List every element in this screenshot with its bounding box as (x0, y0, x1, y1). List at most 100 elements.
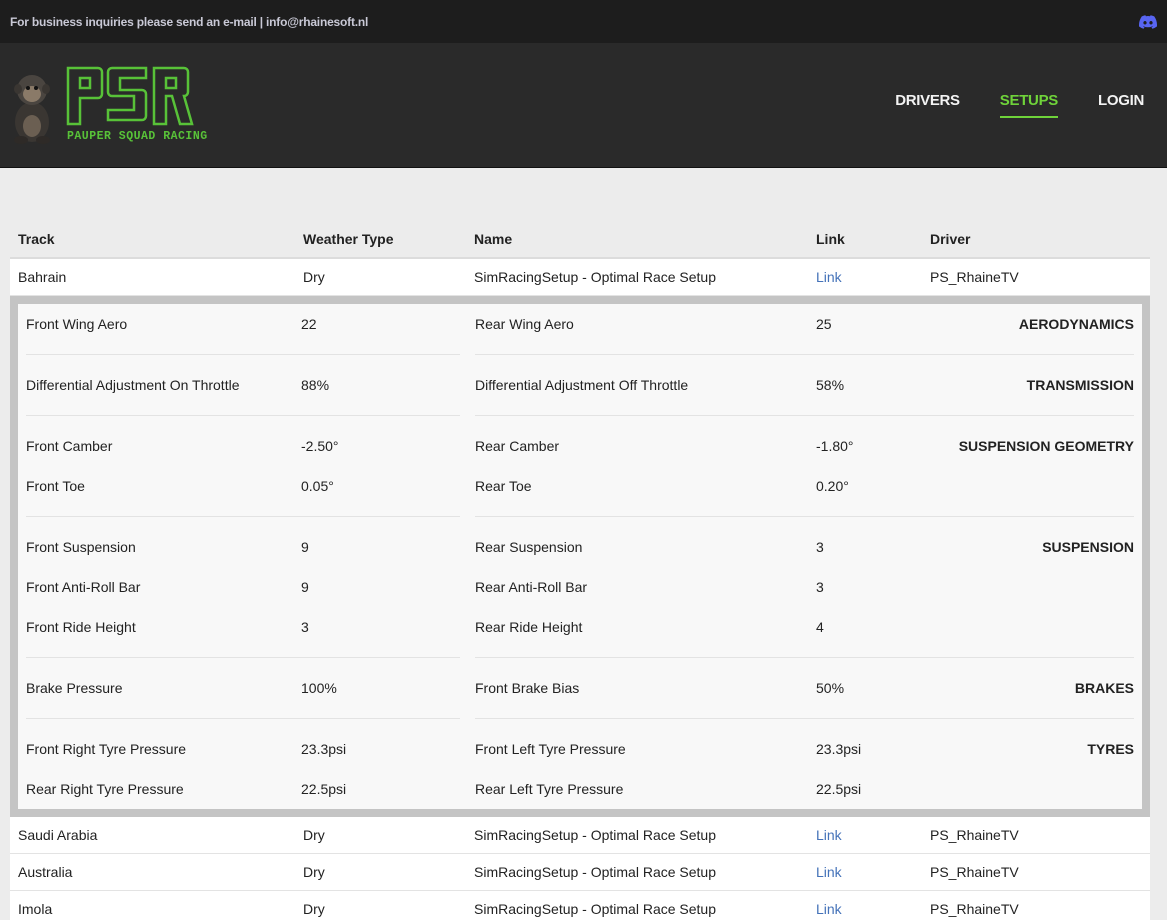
setup-detail-row: Front Wing Aero 22 Rear Wing Aero 25 AER… (10, 295, 1150, 817)
setting-value: 3 (301, 618, 309, 635)
divider (26, 647, 1134, 668)
geometry-row: Front Toe 0.05° Rear Toe 0.20° (26, 466, 1134, 506)
setup-link[interactable]: Link (816, 827, 842, 843)
suspension-row: Front Ride Height 3 Rear Ride Height 4 (26, 607, 1134, 647)
setups-content: Track Weather Type Name Link Driver Bahr… (0, 168, 1167, 920)
setting-label: Rear Toe (475, 477, 532, 494)
weather-cell: Dry (295, 853, 466, 891)
setting-value: 3 (816, 578, 824, 595)
site-header: PAUPER SQUAD RACING DRIVERS SETUPS LOGIN (0, 43, 1167, 168)
category-suspension-geometry: SUSPENSION GEOMETRY (958, 437, 1134, 454)
setting-value: 0.05° (301, 477, 334, 494)
tyres-row: Rear Right Tyre Pressure 22.5psi Rear Le… (26, 769, 1134, 809)
logo-graphic: PAUPER SQUAD RACING (14, 66, 208, 144)
setting-value: 100% (301, 679, 337, 696)
driver-cell: PS_RhaineTV (922, 890, 1150, 920)
tyres-row: Front Right Tyre Pressure 23.3psi Front … (26, 729, 1134, 769)
track-cell: Bahrain (10, 258, 295, 296)
link-cell: Link (808, 258, 922, 296)
table-row[interactable]: Saudi Arabia Dry SimRacingSetup - Optima… (10, 816, 1150, 854)
nav-setups[interactable]: SETUPS (999, 92, 1058, 118)
weather-cell: Dry (295, 258, 466, 296)
setup-link[interactable]: Link (816, 269, 842, 285)
setting-label: Differential Adjustment On Throttle (26, 376, 240, 393)
brakes-row: Brake Pressure 100% Front Brake Bias 50%… (26, 668, 1134, 708)
top-bar: For business inquiries please send an e-… (0, 0, 1167, 43)
setting-value: 22 (301, 315, 317, 332)
setup-link[interactable]: Link (816, 901, 842, 917)
header-track[interactable]: Track (10, 221, 295, 259)
header-driver[interactable]: Driver (922, 221, 1150, 259)
setup-detail: Front Wing Aero 22 Rear Wing Aero 25 AER… (18, 303, 1142, 809)
nav-login[interactable]: LOGIN (1098, 92, 1144, 118)
setting-label: Rear Wing Aero (475, 315, 574, 332)
setting-value: 9 (301, 578, 309, 595)
setting-label: Brake Pressure (26, 679, 123, 696)
setting-label: Front Ride Height (26, 618, 136, 635)
setup-name-cell: SimRacingSetup - Optimal Race Setup (466, 890, 808, 920)
header-weather[interactable]: Weather Type (295, 221, 466, 259)
setup-detail-panel: Front Wing Aero 22 Rear Wing Aero 25 AER… (10, 295, 1150, 817)
header-link[interactable]: Link (808, 221, 922, 259)
setup-link[interactable]: Link (816, 864, 842, 880)
track-cell: Imola (10, 890, 295, 920)
setting-label: Rear Right Tyre Pressure (26, 780, 184, 797)
setting-value: 88% (301, 376, 330, 393)
psr-letters (66, 66, 194, 126)
divider (26, 405, 1134, 426)
suspension-row: Front Anti-Roll Bar 9 Rear Anti-Roll Bar… (26, 567, 1134, 607)
table-row[interactable]: Bahrain Dry SimRacingSetup - Optimal Rac… (10, 258, 1150, 296)
setting-label: Rear Left Tyre Pressure (475, 780, 624, 797)
setting-value: 23.3psi (816, 740, 862, 757)
category-tyres: TYRES (1087, 740, 1134, 757)
psr-logo[interactable]: PAUPER SQUAD RACING (10, 64, 210, 146)
geometry-row: Front Camber -2.50° Rear Camber -1.80° S… (26, 426, 1134, 466)
weather-cell: Dry (295, 890, 466, 920)
setup-name-cell: SimRacingSetup - Optimal Race Setup (466, 258, 808, 296)
link-cell: Link (808, 853, 922, 891)
category-transmission: TRANSMISSION (1026, 376, 1134, 393)
setting-value: 22.5psi (816, 780, 862, 797)
setting-label: Front Anti-Roll Bar (26, 578, 141, 595)
setting-value: 9 (301, 538, 309, 555)
divider (26, 506, 1134, 527)
setting-label: Rear Camber (475, 437, 560, 454)
table-header: Track Weather Type Name Link Driver (10, 221, 1150, 259)
setting-label: Front Toe (26, 477, 85, 494)
setups-table: Track Weather Type Name Link Driver Bahr… (10, 221, 1150, 920)
setting-value: -2.50° (301, 437, 339, 454)
main-nav: DRIVERS SETUPS LOGIN (895, 92, 1144, 118)
setting-label: Front Camber (26, 437, 113, 454)
suspension-row: Front Suspension 9 Rear Suspension 3 SUS… (26, 527, 1134, 567)
setting-label: Rear Suspension (475, 538, 583, 555)
setting-value: -1.80° (816, 437, 854, 454)
monkey-mascot-icon (14, 75, 50, 144)
aero-row: Front Wing Aero 22 Rear Wing Aero 25 AER… (26, 304, 1134, 344)
category-brakes: BRAKES (1074, 679, 1134, 696)
setting-value: 25 (816, 315, 832, 332)
setting-value: 58% (816, 376, 845, 393)
business-notice: For business inquiries please send an e-… (10, 14, 369, 29)
setting-value: 23.3psi (301, 740, 347, 757)
nav-drivers[interactable]: DRIVERS (895, 92, 960, 118)
setting-value: 50% (816, 679, 845, 696)
setting-value: 0.20° (816, 477, 849, 494)
category-suspension: SUSPENSION (1042, 538, 1134, 555)
setting-label: Differential Adjustment Off Throttle (475, 376, 689, 393)
setting-value: 3 (816, 538, 824, 555)
table-row[interactable]: Australia Dry SimRacingSetup - Optimal R… (10, 853, 1150, 891)
divider (26, 708, 1134, 729)
track-cell: Australia (10, 853, 295, 891)
setting-value: 22.5psi (301, 780, 347, 797)
header-name[interactable]: Name (466, 221, 808, 259)
setting-label: Front Left Tyre Pressure (475, 740, 626, 757)
divider (26, 344, 1134, 365)
setup-name-cell: SimRacingSetup - Optimal Race Setup (466, 853, 808, 891)
weather-cell: Dry (295, 816, 466, 854)
transmission-row: Differential Adjustment On Throttle 88% … (26, 365, 1134, 405)
discord-icon[interactable] (1139, 14, 1157, 29)
driver-cell: PS_RhaineTV (922, 816, 1150, 854)
link-cell: Link (808, 816, 922, 854)
logo-tagline: PAUPER SQUAD RACING (67, 130, 208, 143)
table-row[interactable]: Imola Dry SimRacingSetup - Optimal Race … (10, 890, 1150, 920)
